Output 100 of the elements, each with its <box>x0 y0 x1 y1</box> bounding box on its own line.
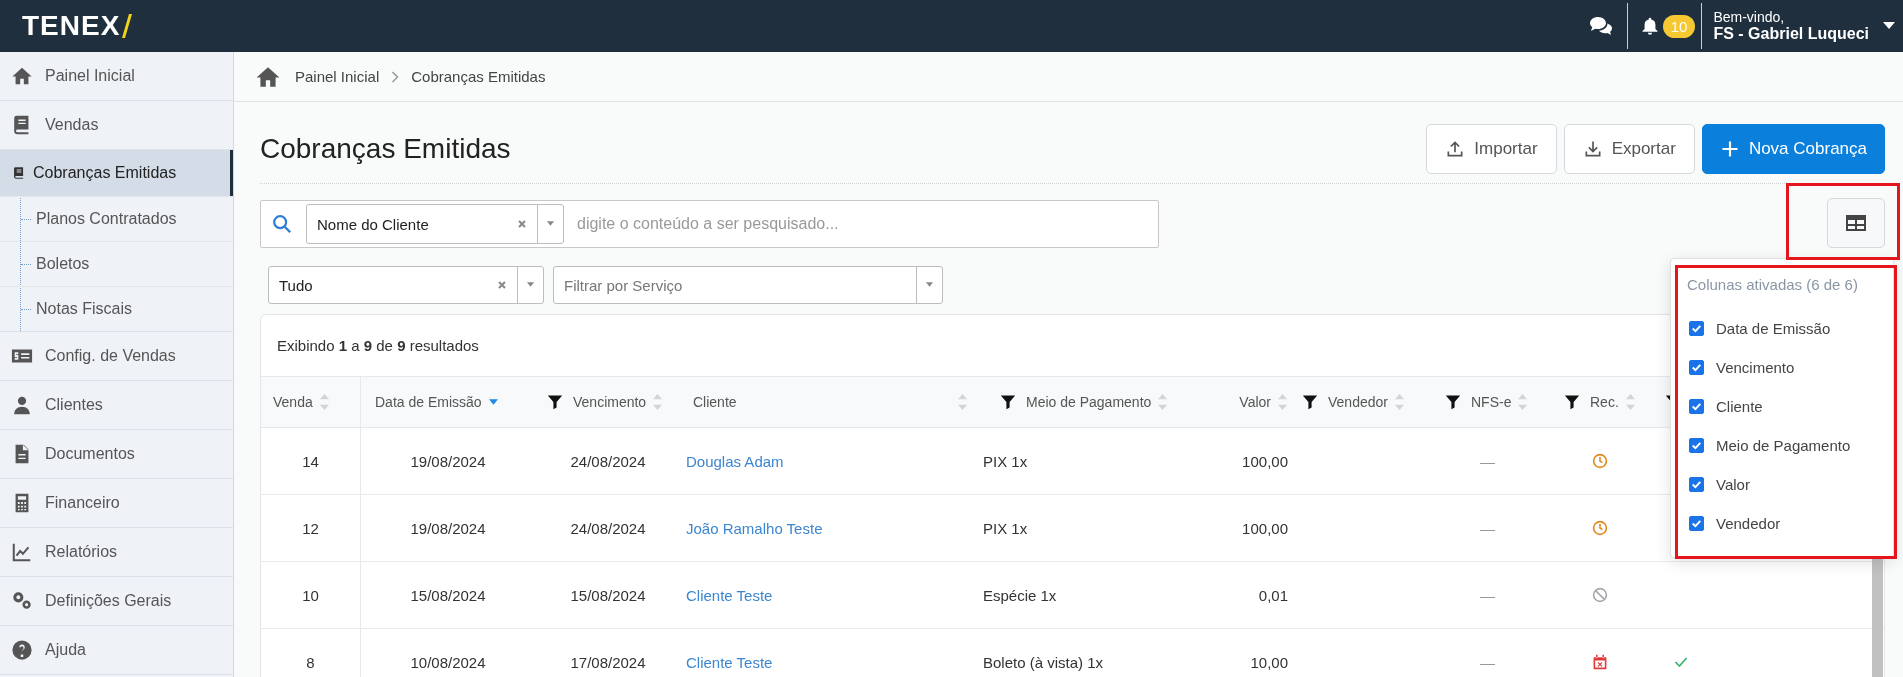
column-option[interactable]: Data de Emissão <box>1671 309 1893 348</box>
client-link[interactable]: João Ramalho Teste <box>686 519 823 537</box>
checkbox[interactable] <box>1689 399 1704 414</box>
table-cell: 10,00 <box>1250 653 1288 671</box>
columns-button[interactable] <box>1827 198 1885 248</box>
column-option[interactable]: Vencimento <box>1671 348 1893 387</box>
chat-icon[interactable] <box>1588 16 1613 36</box>
column-header[interactable]: Data de Emissão <box>375 394 482 410</box>
field-select[interactable]: Nome do Cliente <box>306 204 564 244</box>
help-icon <box>11 639 33 661</box>
caret-icon[interactable] <box>1883 22 1895 30</box>
column-header[interactable]: Rec. <box>1590 394 1619 410</box>
checkbox[interactable] <box>1689 438 1704 453</box>
page-title: Cobranças Emitidas <box>260 133 511 165</box>
sidebar-item[interactable]: Definições Gerais <box>0 577 233 626</box>
sidebar-item[interactable]: Ajuda <box>0 626 233 675</box>
breadcrumb-link[interactable]: Cobranças Emitidas <box>411 68 546 85</box>
sidebar-subitem[interactable]: Boletos <box>0 242 233 287</box>
sidebar-item[interactable]: Financeiro <box>0 479 233 528</box>
table-cell: PIX 1x <box>983 519 1028 537</box>
filter-icon[interactable] <box>1302 394 1318 410</box>
logo[interactable]: TENEX <box>22 10 121 42</box>
sidebar-subitem[interactable]: Planos Contratados <box>0 197 233 242</box>
checkmark-icon <box>1690 439 1703 452</box>
search-input[interactable]: digite o conteúdo a ser pesquisado... <box>564 214 1158 234</box>
checkmark-icon <box>1690 400 1703 413</box>
user-name[interactable]: FS - Gabriel Luqueci <box>1713 25 1869 43</box>
search-bar[interactable]: Nome do Cliente digite o conteúdo a ser pesquisado... <box>260 200 1159 248</box>
table-cell: 15/08/2024 <box>410 586 486 604</box>
clear-icon[interactable] <box>517 219 527 229</box>
client-link[interactable]: Cliente Teste <box>686 586 773 604</box>
clear-icon[interactable] <box>497 280 507 290</box>
table-cell: 12 <box>302 519 319 537</box>
table-cell: Espécie 1x <box>983 586 1057 604</box>
table-cell: 100,00 <box>1242 519 1288 537</box>
table-cell: 24/08/2024 <box>570 452 646 470</box>
filter-select[interactable]: Tudo <box>268 266 544 304</box>
column-option[interactable]: Valor <box>1671 465 1893 504</box>
column-header[interactable]: Valor <box>1239 394 1271 410</box>
sidebar-subitem[interactable]: Notas Fiscais <box>0 287 233 331</box>
filter-icon[interactable] <box>1445 394 1461 410</box>
table-cell: 17/08/2024 <box>570 653 646 671</box>
table-cell: 19/08/2024 <box>410 452 486 470</box>
line-chart-icon <box>11 541 33 563</box>
import-button[interactable]: Importar <box>1426 124 1557 174</box>
table-cell: — <box>1480 586 1495 604</box>
client-link[interactable]: Douglas Adam <box>686 452 784 470</box>
sidebar-subitem[interactable]: Cobranças Emitidas <box>0 150 233 197</box>
column-header[interactable]: Cliente <box>693 394 737 410</box>
table-cell: — <box>1480 653 1495 671</box>
home-icon <box>11 65 33 87</box>
sidebar-item[interactable]: Documentos <box>0 430 233 479</box>
table-icon <box>1846 215 1866 231</box>
checkmark-icon <box>1690 361 1703 374</box>
table-cell: 19/08/2024 <box>410 519 486 537</box>
filter-icon[interactable] <box>547 394 563 410</box>
checkbox[interactable] <box>1689 360 1704 375</box>
table-cell: 8 <box>306 653 315 671</box>
upload-icon <box>1445 139 1466 159</box>
sidebar-item[interactable]: Clientes <box>0 381 233 430</box>
checkmark-icon <box>1690 322 1703 335</box>
sidebar-item[interactable]: Config. de Vendas <box>0 332 233 381</box>
chevron-icon <box>391 70 400 83</box>
column-header[interactable]: Meio de Pagamento <box>1026 394 1152 410</box>
client-link[interactable]: Cliente Teste <box>686 653 773 671</box>
column-option[interactable]: Vendedor <box>1671 504 1893 543</box>
table-cell: 24/08/2024 <box>570 519 646 537</box>
table-cell: 15/08/2024 <box>570 586 646 604</box>
breadcrumb-link[interactable]: Painel Inicial <box>295 68 380 85</box>
column-option[interactable]: Meio de Pagamento <box>1671 426 1893 465</box>
checkmark-icon <box>1690 517 1703 530</box>
filter-icon[interactable] <box>1000 394 1016 410</box>
checkbox[interactable] <box>1689 321 1704 336</box>
column-header[interactable]: Venda <box>273 394 313 410</box>
table-cell: — <box>1480 452 1495 470</box>
user-icon <box>11 394 33 416</box>
notification-badge: 10 <box>1662 14 1696 38</box>
column-header[interactable]: Vencimento <box>573 394 647 410</box>
checkmark-icon <box>1690 478 1703 491</box>
filter-icon[interactable] <box>1564 394 1580 410</box>
table-cell: 10 <box>302 586 319 604</box>
column-header[interactable]: NFS-e <box>1471 394 1512 410</box>
results-summary: Exibindo 1 a 9 de 9 resultados <box>277 337 479 354</box>
new-button[interactable]: Nova Cobrança <box>1701 124 1885 174</box>
gears-icon <box>11 590 33 612</box>
sidebar-item[interactable]: Painel Inicial <box>0 52 233 101</box>
column-option[interactable]: Cliente <box>1671 387 1893 426</box>
table-cell: 100,00 <box>1242 452 1288 470</box>
export-button[interactable]: Exportar <box>1563 124 1695 174</box>
menu-title: Colunas ativadas (6 de 6) <box>1686 276 1859 295</box>
sidebar-item[interactable]: Relatórios <box>0 528 233 577</box>
book-icon <box>12 165 26 181</box>
checkbox[interactable] <box>1689 477 1704 492</box>
table-cell: Boleto (à vista) 1x <box>983 653 1104 671</box>
table-cell: — <box>1480 519 1495 537</box>
table-cell: 10/08/2024 <box>410 653 486 671</box>
checkbox[interactable] <box>1689 516 1704 531</box>
table-cell: PIX 1x <box>983 452 1028 470</box>
filter-select[interactable]: Filtrar por Serviço <box>553 266 943 304</box>
column-header[interactable]: Vendedor <box>1328 394 1388 410</box>
